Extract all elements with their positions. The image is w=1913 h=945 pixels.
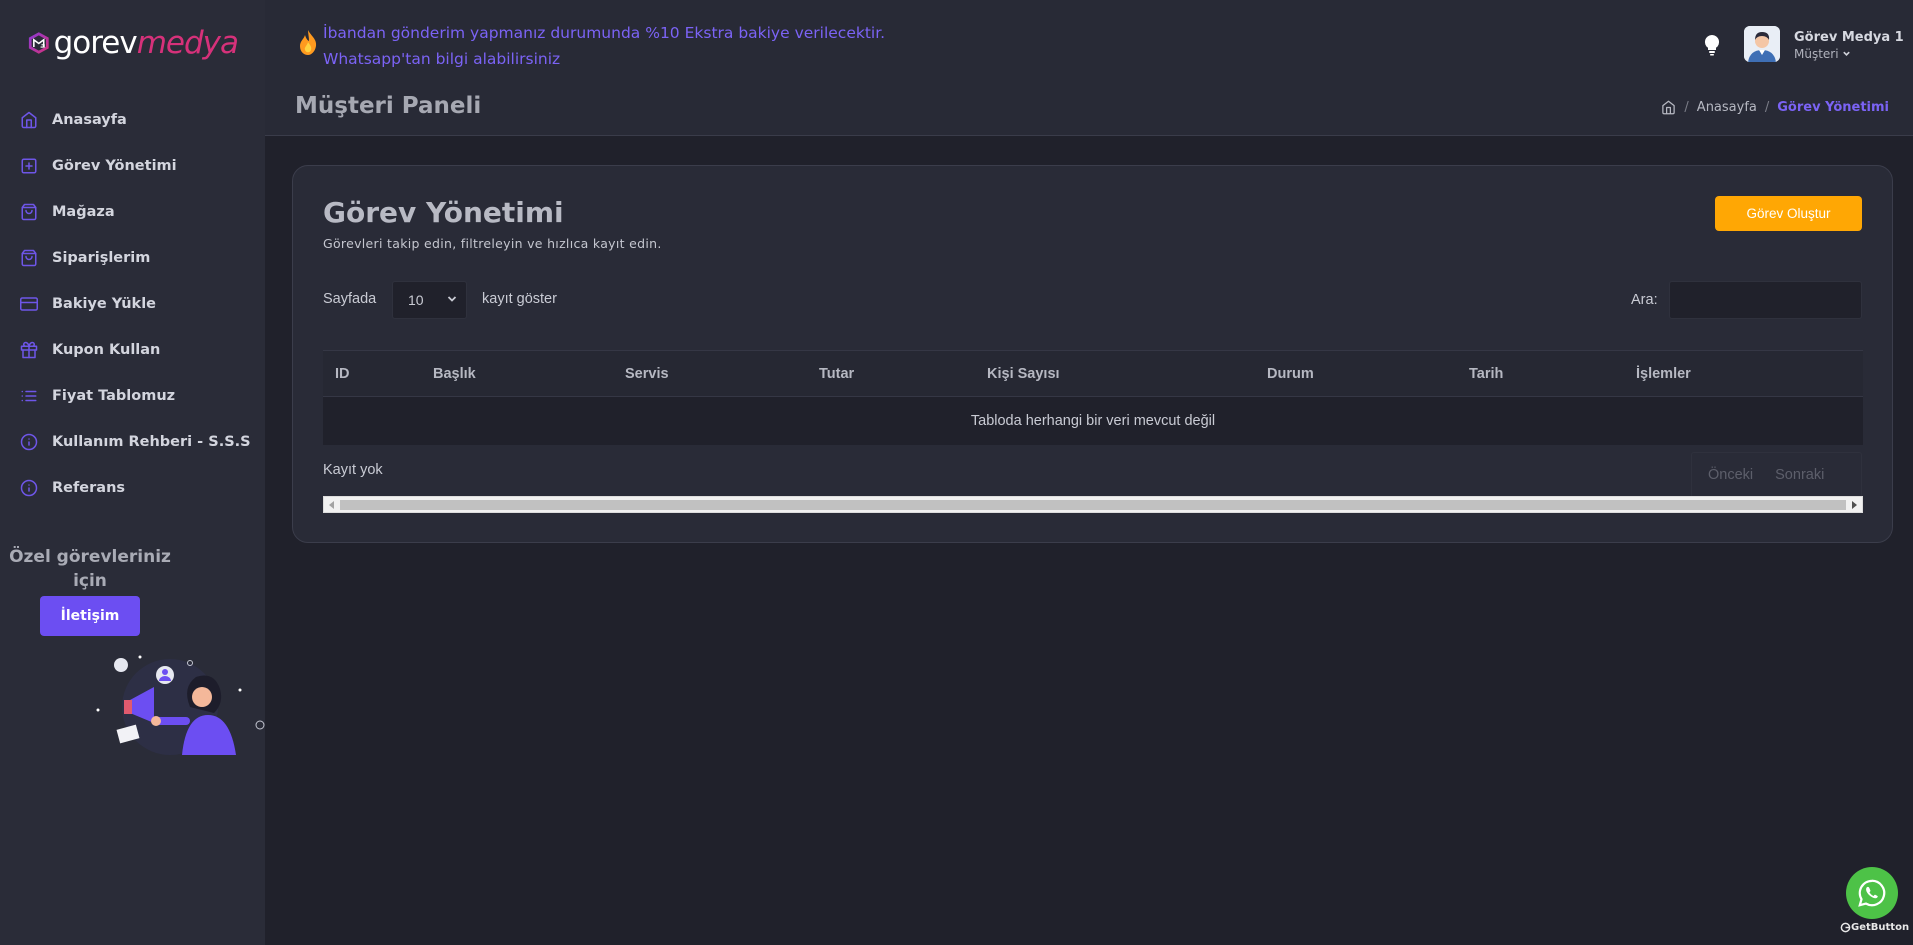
column-header-tutar[interactable]: Tutar: [819, 350, 987, 397]
user-avatar-icon: [1744, 26, 1780, 62]
card-title: Görev Yönetimi: [323, 196, 564, 229]
credit-card-icon: [20, 297, 38, 311]
home-icon: [21, 111, 37, 129]
table-header-row: ID Başlık Servis Tutar Kişi Sayısı Durum…: [323, 350, 1863, 397]
chevron-down-icon: [1843, 51, 1851, 56]
whatsapp-button[interactable]: [1846, 867, 1898, 919]
table-info: Kayıt yok: [323, 462, 383, 478]
fire-icon: [300, 30, 317, 55]
search-input[interactable]: [1669, 281, 1862, 319]
sidebar: gorevmedya Anasayfa Görev Yönetimi Mağaz…: [0, 0, 265, 945]
sidebar-nav: Anasayfa Görev Yönetimi Mağaza Siparişle…: [0, 97, 265, 511]
shopping-bag-icon: [21, 249, 37, 267]
column-header-id[interactable]: ID: [323, 350, 433, 397]
sidebar-item-kupon-kullan[interactable]: Kupon Kullan: [0, 327, 265, 373]
info-icon: [20, 433, 38, 451]
list-icon: [21, 390, 37, 402]
pagination: Önceki Sonraki: [1691, 452, 1862, 498]
info-icon: [20, 479, 38, 497]
avatar[interactable]: [1744, 26, 1780, 62]
previous-page-button[interactable]: Önceki: [1708, 467, 1753, 483]
page-header: Müşteri Paneli / Anasayfa / Görev Yöneti…: [265, 86, 1913, 136]
breadcrumb-current: Görev Yönetimi: [1777, 100, 1889, 115]
chevron-down-icon: [447, 296, 457, 302]
sidebar-item-anasayfa[interactable]: Anasayfa: [0, 97, 265, 143]
contact-button[interactable]: İletişim: [40, 596, 140, 636]
gift-icon: [20, 341, 38, 359]
logo-text-part2: medya: [136, 25, 239, 61]
logo-text-part1: gorev: [53, 25, 138, 61]
tasks-table: ID Başlık Servis Tutar Kişi Sayısı Durum…: [323, 350, 1863, 445]
scroll-right-arrow-icon[interactable]: [1852, 501, 1857, 509]
top-bar: İbandan gönderim yapmanız durumunda %10 …: [265, 0, 1913, 86]
megaphone-illustration: [96, 655, 265, 755]
breadcrumb-separator: /: [1684, 100, 1689, 115]
sidebar-item-referans[interactable]: Referans: [0, 465, 265, 511]
announcement-text: İbandan gönderim yapmanız durumunda %10 …: [323, 24, 886, 68]
column-header-durum[interactable]: Durum: [1267, 350, 1469, 397]
sidebar-item-magaza[interactable]: Mağaza: [0, 189, 265, 235]
shopping-bag-icon: [21, 203, 37, 221]
getbutton-credit[interactable]: GetButton: [1840, 922, 1909, 933]
sidebar-item-label: Referans: [52, 480, 126, 496]
next-page-button[interactable]: Sonraki: [1775, 467, 1824, 483]
getbutton-text: GetButton: [1851, 922, 1910, 933]
announcement: İbandan gönderim yapmanız durumunda %10 …: [297, 20, 977, 72]
user-name[interactable]: Görev Medya 1: [1794, 30, 1904, 45]
column-header-baslik[interactable]: Başlık: [433, 350, 625, 397]
sidebar-item-label: Anasayfa: [52, 112, 127, 128]
sidebar-item-kullanim-rehberi[interactable]: Kullanım Rehberi - S.S.S: [0, 419, 265, 465]
search-label: Ara:: [1631, 292, 1658, 308]
user-role-label: Müşteri: [1794, 47, 1839, 61]
getbutton-logo-icon: [1840, 922, 1851, 933]
page-length-value: 10: [408, 292, 424, 308]
home-icon[interactable]: [1661, 100, 1676, 115]
column-header-servis[interactable]: Servis: [625, 350, 819, 397]
breadcrumb: / Anasayfa / Görev Yönetimi: [1661, 100, 1889, 115]
sidebar-item-fiyat-tablomuz[interactable]: Fiyat Tablomuz: [0, 373, 265, 419]
scroll-left-arrow-icon[interactable]: [329, 501, 334, 509]
sidebar-item-label: Fiyat Tablomuz: [52, 388, 176, 404]
breadcrumb-separator: /: [1764, 100, 1770, 115]
promo-text: Özel görevleriniz için: [9, 547, 171, 591]
empty-table-message: Tabloda herhangi bir veri mevcut değil: [323, 396, 1863, 445]
create-task-button[interactable]: Görev Oluştur: [1715, 196, 1862, 231]
logo[interactable]: gorevmedya: [28, 16, 239, 70]
lightbulb-icon[interactable]: [1703, 34, 1721, 56]
plus-square-icon: [21, 158, 37, 174]
scrollbar-thumb[interactable]: [340, 500, 1846, 510]
horizontal-scrollbar[interactable]: [323, 496, 1863, 513]
sidebar-item-bakiye-yukle[interactable]: Bakiye Yükle: [0, 281, 265, 327]
sidebar-item-label: Kupon Kullan: [52, 342, 161, 358]
page-length-label: Sayfada: [323, 291, 377, 307]
sidebar-item-siparislerim[interactable]: Siparişlerim: [0, 235, 265, 281]
sidebar-item-label: Kullanım Rehberi - S.S.S: [52, 434, 251, 450]
page-title: Müşteri Paneli: [295, 93, 482, 119]
sidebar-item-label: Görev Yönetimi: [52, 158, 177, 174]
card-subtitle: Görevleri takip edin, filtreleyin ve hız…: [323, 236, 662, 251]
column-header-kisi-sayisi[interactable]: Kişi Sayısı: [987, 350, 1267, 397]
column-header-islemler[interactable]: İşlemler: [1636, 350, 1863, 397]
user-role-dropdown[interactable]: Müşteri: [1794, 47, 1851, 61]
page-length-select[interactable]: 10: [392, 281, 467, 319]
sidebar-item-label: Bakiye Yükle: [52, 296, 156, 312]
sidebar-item-label: Siparişlerim: [52, 250, 151, 266]
logo-mark-icon: [28, 32, 49, 54]
table-row: Tabloda herhangi bir veri mevcut değil: [323, 396, 1863, 445]
logo-text: gorevmedya: [53, 25, 239, 61]
task-management-card: Görev Yönetimi Görevleri takip edin, fil…: [292, 165, 1893, 543]
column-header-tarih[interactable]: Tarih: [1469, 350, 1636, 397]
page-length-suffix: kayıt göster: [482, 291, 557, 307]
sidebar-item-label: Mağaza: [52, 204, 115, 220]
sidebar-item-gorev-yonetimi[interactable]: Görev Yönetimi: [0, 143, 265, 189]
breadcrumb-anasayfa[interactable]: Anasayfa: [1697, 100, 1757, 115]
whatsapp-icon: [1858, 879, 1886, 907]
